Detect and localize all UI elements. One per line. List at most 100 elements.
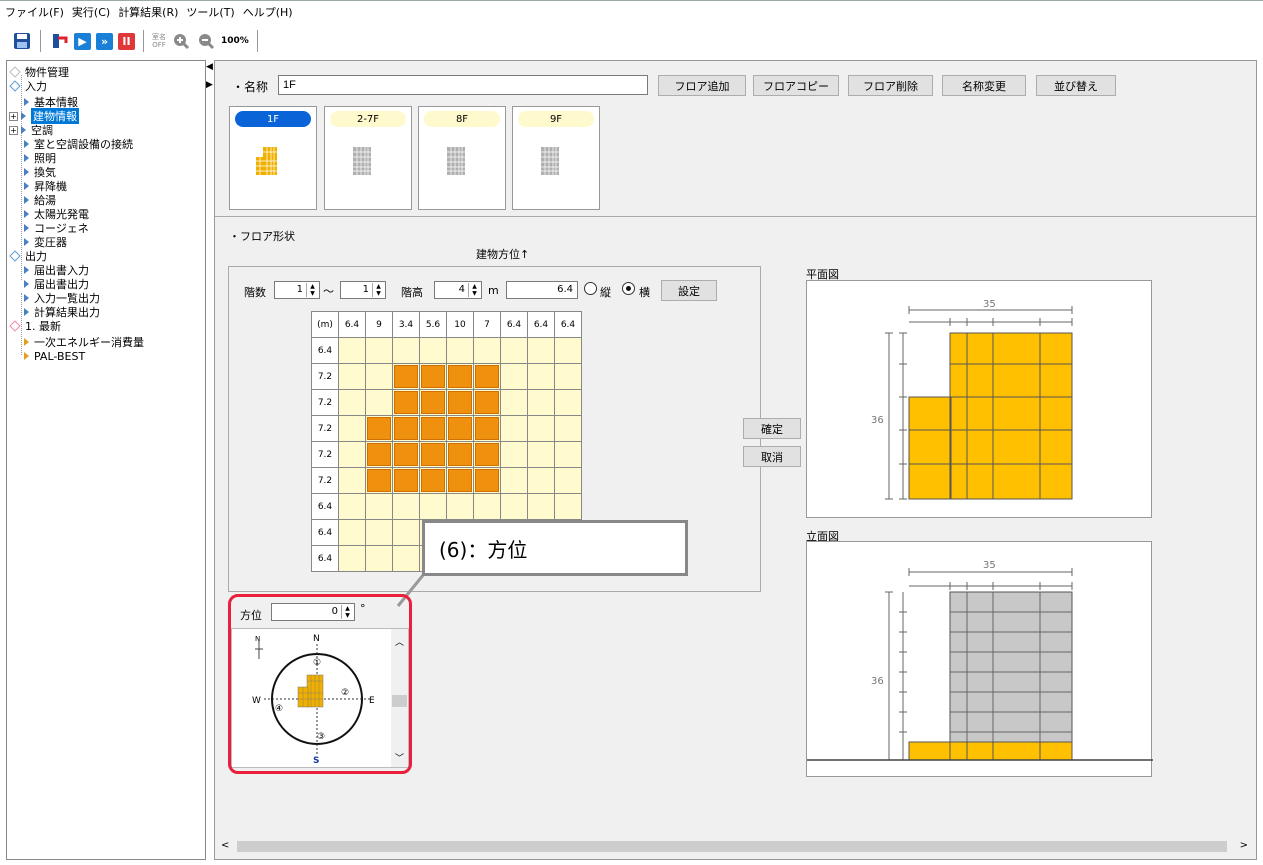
menu-tools[interactable]: ツール(T) xyxy=(185,4,235,20)
floor-name-input[interactable] xyxy=(278,75,648,95)
floor-card-8f[interactable]: 8F xyxy=(418,106,506,210)
grid-col-header[interactable]: 9 xyxy=(365,311,393,338)
horizontal-scrollbar[interactable]: < > xyxy=(215,838,1256,855)
tree-item-notice-input[interactable]: 届出書入力 xyxy=(21,263,89,277)
copy-floor-button[interactable]: フロアコピー xyxy=(753,75,839,96)
grid-row-header[interactable]: 7.2 xyxy=(311,389,339,416)
grid-col-header[interactable]: 6.4 xyxy=(500,311,528,338)
grid-cell[interactable] xyxy=(338,467,366,494)
grid-col-header[interactable]: 6.4 xyxy=(554,311,582,338)
grid-cell-filled[interactable] xyxy=(473,363,501,390)
grid-cell[interactable] xyxy=(473,337,501,364)
grid-row-header[interactable]: 6.4 xyxy=(311,337,339,364)
grid-cell[interactable] xyxy=(365,519,393,546)
grid-cell-filled[interactable] xyxy=(419,389,447,416)
grid-cell[interactable] xyxy=(554,389,582,416)
grid-cell[interactable] xyxy=(338,493,366,520)
tree-item-input-list[interactable]: 入力一覧出力 xyxy=(21,291,100,305)
grid-cell[interactable] xyxy=(365,493,393,520)
grid-col-header[interactable]: 5.6 xyxy=(419,311,447,338)
grid-cell-filled[interactable] xyxy=(446,441,474,468)
grid-cell[interactable] xyxy=(527,441,555,468)
grid-cell-filled[interactable] xyxy=(365,467,393,494)
grid-cell[interactable] xyxy=(527,389,555,416)
grid-cell[interactable] xyxy=(365,363,393,390)
scroll-thumb[interactable] xyxy=(237,841,1227,852)
menu-results[interactable]: 計算結果(R) xyxy=(117,4,179,20)
scroll-right-icon[interactable]: > xyxy=(1240,840,1248,851)
cell-size-input[interactable]: 6.4 xyxy=(506,281,578,299)
fast-forward-icon[interactable]: » xyxy=(96,32,113,50)
play-icon[interactable]: ▶ xyxy=(74,32,91,50)
set-button[interactable]: 設定 xyxy=(661,280,717,301)
spinner-icon[interactable]: ▲ ▼ xyxy=(372,283,384,297)
grid-cell[interactable] xyxy=(527,467,555,494)
tree-item-transformer[interactable]: 変圧器 xyxy=(21,235,67,249)
grid-row-header[interactable]: 6.4 xyxy=(311,519,339,546)
floor-height-input[interactable]: 4 ▲ ▼ xyxy=(434,281,482,299)
tree-item-hot-water[interactable]: 給湯 xyxy=(21,193,56,207)
zoom-in-icon[interactable] xyxy=(171,31,191,51)
floor-from-input[interactable]: 1 ▲ ▼ xyxy=(274,281,320,299)
grid-cell[interactable] xyxy=(500,415,528,442)
floor-to-input[interactable]: 1 ▲ ▼ xyxy=(340,281,386,299)
stop-icon[interactable]: II xyxy=(118,32,135,50)
spinner-icon[interactable]: ▲ ▼ xyxy=(468,283,480,297)
tree-item-ventilation[interactable]: 換気 xyxy=(21,165,56,179)
undo-icon[interactable] xyxy=(49,31,69,51)
menu-help[interactable]: ヘルプ(H) xyxy=(242,4,294,20)
grid-cell-filled[interactable] xyxy=(473,389,501,416)
grid-row-header[interactable]: 7.2 xyxy=(311,415,339,442)
tree-item-hvac[interactable]: + 空調 xyxy=(9,123,53,137)
grid-cell-filled[interactable] xyxy=(365,415,393,442)
tree-item-lighting[interactable]: 照明 xyxy=(21,151,56,165)
floor-card-1f[interactable]: 1F xyxy=(229,106,317,210)
grid-cell-filled[interactable] xyxy=(419,415,447,442)
zoom-out-icon[interactable] xyxy=(196,31,216,51)
grid-cell[interactable] xyxy=(446,493,474,520)
grid-col-header[interactable]: 6.4 xyxy=(338,311,366,338)
grid-col-header[interactable]: 10 xyxy=(446,311,474,338)
grid-cell[interactable] xyxy=(365,337,393,364)
expand-icon[interactable]: + xyxy=(9,111,18,121)
save-icon[interactable] xyxy=(12,31,32,51)
grid-cell[interactable] xyxy=(554,337,582,364)
grid-row-header[interactable]: 6.4 xyxy=(311,545,339,572)
grid-cell[interactable] xyxy=(365,545,393,572)
grid-cell[interactable] xyxy=(527,337,555,364)
tree-item-output[interactable]: 出力 xyxy=(7,249,47,263)
radio-horizontal[interactable] xyxy=(622,282,635,295)
grid-row-header[interactable]: 7.2 xyxy=(311,363,339,390)
grid-cell[interactable] xyxy=(446,337,474,364)
tree-item-solar[interactable]: 太陽光発電 xyxy=(21,207,89,221)
expand-icon[interactable]: + xyxy=(9,125,18,135)
floor-card-9f[interactable]: 9F xyxy=(512,106,600,210)
tree-item-basic-info[interactable]: 基本情報 xyxy=(21,95,78,109)
grid-col-header[interactable]: 6.4 xyxy=(527,311,555,338)
grid-cell[interactable] xyxy=(392,493,420,520)
grid-cell[interactable] xyxy=(338,415,366,442)
grid-cell-filled[interactable] xyxy=(392,389,420,416)
rename-button[interactable]: 名称変更 xyxy=(942,75,1026,96)
grid-cell[interactable] xyxy=(338,337,366,364)
grid-row-header[interactable]: 7.2 xyxy=(311,467,339,494)
tree-item-cogeneration[interactable]: コージェネ xyxy=(21,221,89,235)
tree-item-notice-output[interactable]: 届出書出力 xyxy=(21,277,89,291)
grid-cell[interactable] xyxy=(473,493,501,520)
grid-cell[interactable] xyxy=(500,441,528,468)
grid-cell[interactable] xyxy=(392,545,420,572)
grid-cell-filled[interactable] xyxy=(473,441,501,468)
grid-cell[interactable] xyxy=(338,441,366,468)
collapse-left-icon[interactable]: ◀ xyxy=(206,62,213,72)
grid-cell[interactable] xyxy=(338,389,366,416)
grid-cell[interactable] xyxy=(500,467,528,494)
grid-cell[interactable] xyxy=(392,519,420,546)
grid-cell[interactable] xyxy=(554,441,582,468)
grid-cell-filled[interactable] xyxy=(446,415,474,442)
tree-item-input[interactable]: 入力 xyxy=(7,79,47,93)
grid-cell[interactable] xyxy=(554,467,582,494)
scroll-left-icon[interactable]: < xyxy=(221,840,229,851)
grid-cell-filled[interactable] xyxy=(473,415,501,442)
grid-row-header[interactable]: 7.2 xyxy=(311,441,339,468)
grid-cell-filled[interactable] xyxy=(365,441,393,468)
